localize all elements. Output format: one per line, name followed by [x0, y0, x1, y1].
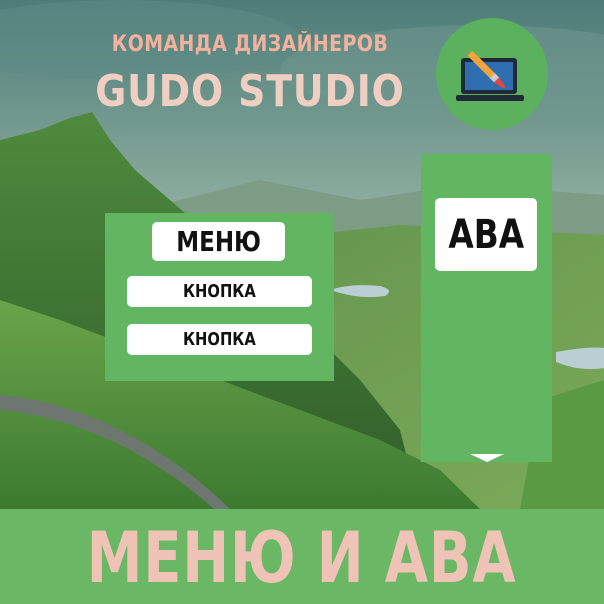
footer-band: МЕНЮ И АВА: [0, 509, 604, 604]
arrow-down-icon: [469, 454, 504, 462]
menu-title-text: МЕНЮ: [176, 225, 261, 258]
ava-label-box: АВА: [435, 198, 537, 271]
footer-title-text: МЕНЮ И АВА: [87, 517, 517, 599]
menu-button-1-label: КНОПКА: [183, 281, 256, 302]
menu-button-2[interactable]: КНОПКА: [127, 324, 312, 355]
banner-canvas: КОМАНДА ДИЗАЙНЕРОВ GUDO STUDIO МЕНЮ КНОП…: [0, 0, 604, 604]
ava-label: АВА: [448, 211, 524, 258]
studio-title: GUDO STUDIO: [95, 66, 405, 117]
footer-title: МЕНЮ И АВА: [0, 517, 604, 599]
menu-button-2-label: КНОПКА: [183, 329, 256, 350]
team-subtitle: КОМАНДА ДИЗАЙНЕРОВ: [111, 32, 389, 57]
laptop-paintbrush-icon: [436, 18, 548, 130]
menu-button-1[interactable]: КНОПКА: [127, 276, 312, 307]
menu-panel: МЕНЮ КНОПКА КНОПКА: [105, 213, 334, 381]
ava-panel: АВА: [421, 154, 552, 462]
menu-title: МЕНЮ: [152, 222, 285, 261]
